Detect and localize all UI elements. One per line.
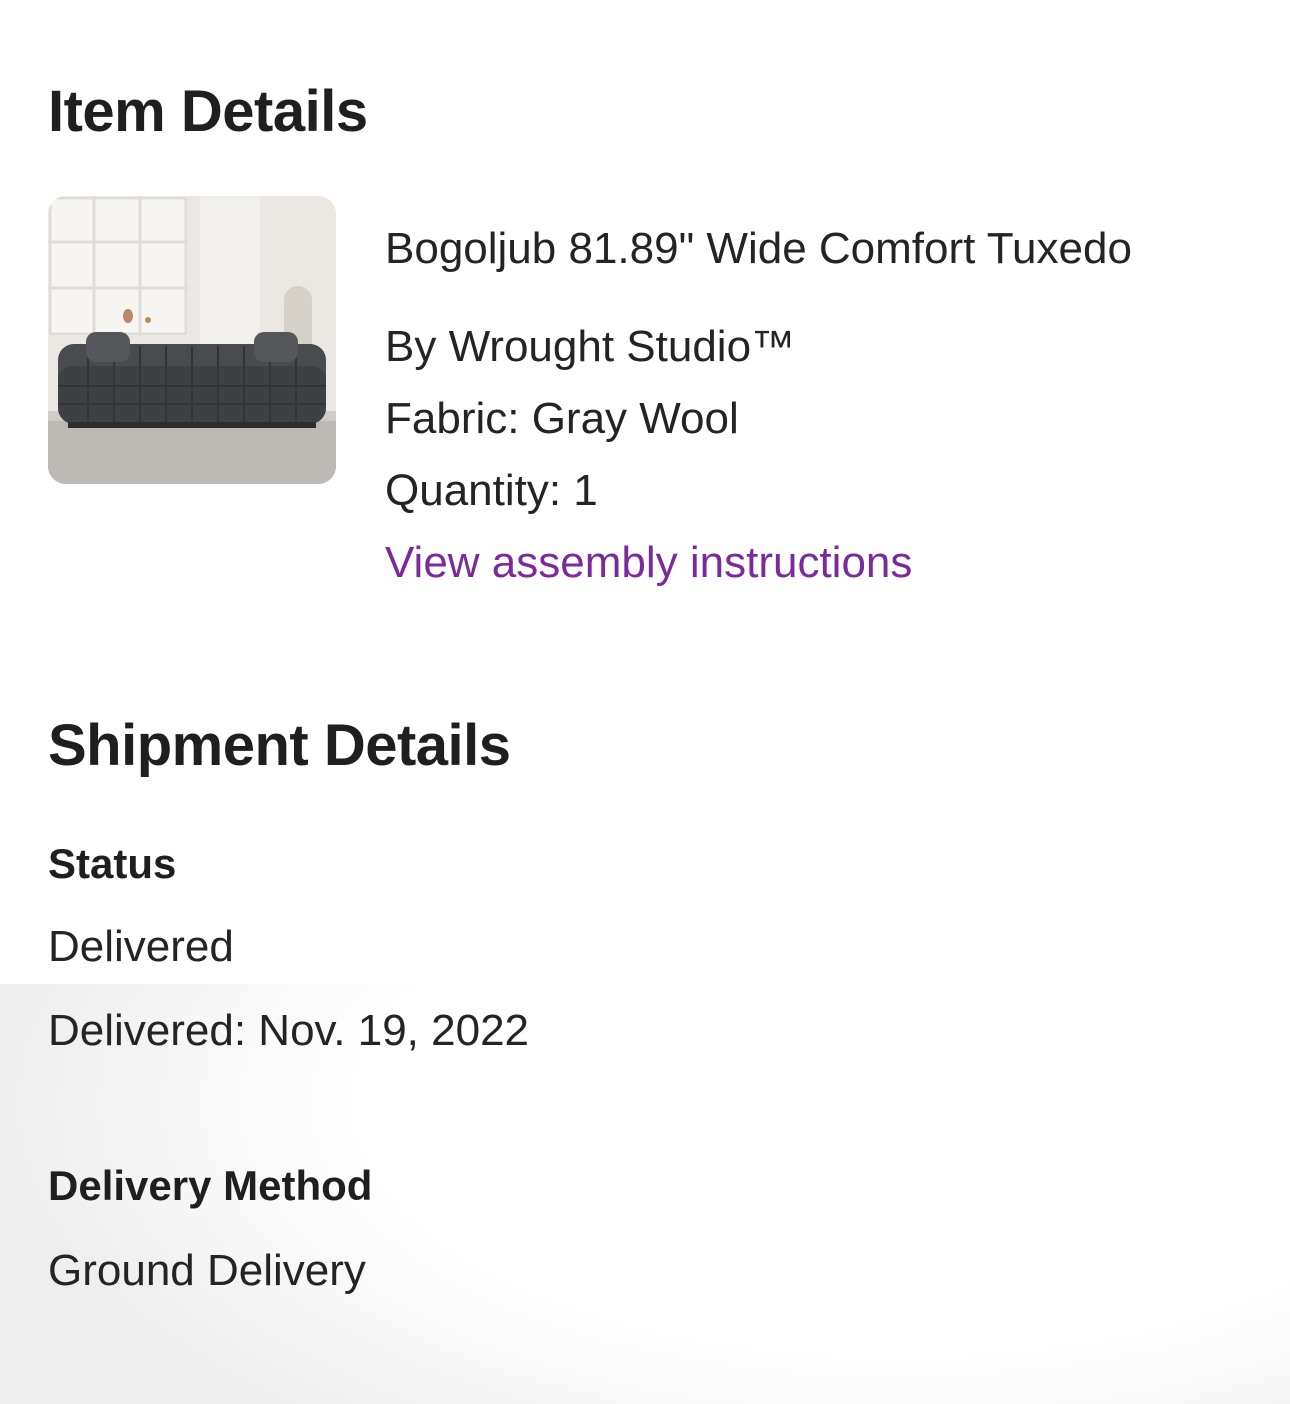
status-label: Status (48, 840, 177, 887)
product-brand: By Wrought Studio™ (385, 322, 796, 371)
shipment-details-heading: Shipment Details (48, 713, 511, 778)
product-name[interactable]: Bogoljub 81.89" Wide Comfort Tuxedo (385, 224, 1132, 274)
status-value: Delivered (48, 922, 234, 971)
delivery-method-label: Delivery Method (48, 1162, 373, 1209)
delivery-method-value: Ground Delivery (48, 1246, 366, 1295)
product-fabric: Fabric: Gray Wool (385, 394, 739, 443)
sofa-icon (48, 196, 336, 484)
delivered-date: Delivered: Nov. 19, 2022 (48, 1006, 530, 1055)
product-quantity: Quantity: 1 (385, 466, 598, 515)
assembly-instructions-link[interactable]: View assembly instructions (385, 538, 912, 588)
product-image[interactable] (48, 196, 336, 484)
item-details-heading: Item Details (48, 79, 368, 144)
